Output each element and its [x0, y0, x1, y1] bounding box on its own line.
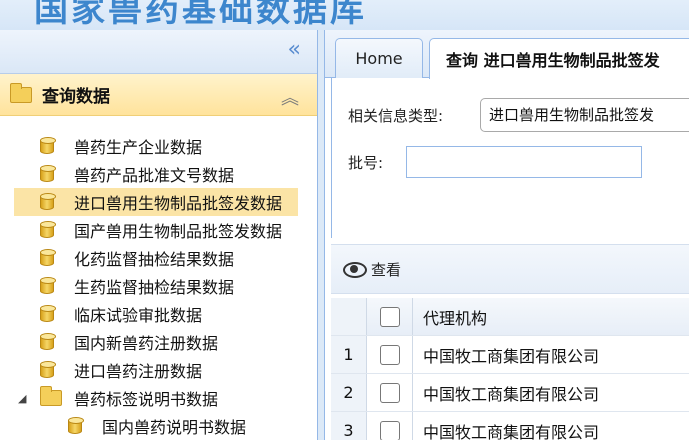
grid-header-row: 代理机构	[331, 298, 689, 336]
tree-item-label: 临床试验审批数据	[74, 306, 203, 325]
expand-arrow-icon[interactable]: ◢	[18, 392, 34, 405]
table-row[interactable]: 2 中国牧工商集团有限公司	[331, 374, 689, 412]
tree-item-product-approval-numbers[interactable]: 兽药产品批准文号数据	[0, 160, 317, 188]
data-tree: 兽药生产企业数据 兽药产品批准文号数据 进口兽用生物制品批签发数据 国产兽用生物…	[0, 116, 317, 440]
tree-item-imported-drug-registration[interactable]: 进口兽药注册数据	[0, 356, 317, 384]
tree-item-biological-drug-inspection[interactable]: 生药监督抽检结果数据	[0, 272, 317, 300]
select-all-cell	[367, 298, 413, 335]
tree-item-domestic-biologics-batch-release[interactable]: 国产兽用生物制品批签发数据	[0, 216, 317, 244]
tree-item-label: 国内兽药说明书数据	[102, 418, 247, 437]
row-number: 3	[331, 412, 367, 440]
tree-item-label: 生药监督抽检结果数据	[74, 278, 235, 297]
tab-home[interactable]: Home	[335, 38, 423, 78]
tab-query-imported-biologics[interactable]: 查询 进口兽用生物制品批签发	[429, 38, 689, 79]
select-all-checkbox[interactable]	[379, 306, 400, 327]
app-title: 国家兽药基础数据库	[34, 0, 367, 30]
sidebar-section-query-data[interactable]: 查询数据 ︽	[0, 74, 317, 116]
tree-item-label: 进口兽药注册数据	[74, 362, 203, 381]
tree-item-label: 进口兽用生物制品批签发数据	[74, 194, 283, 213]
folder-icon	[40, 386, 62, 406]
database-icon	[40, 305, 56, 322]
row-select-cell	[367, 336, 413, 373]
tree-folder-label-instructions[interactable]: ◢ 兽药标签说明书数据	[0, 384, 317, 412]
table-row[interactable]: 1 中国牧工商集团有限公司	[331, 336, 689, 374]
batch-number-input[interactable]	[406, 146, 642, 178]
row-checkbox[interactable]	[379, 382, 400, 403]
tree-item-vet-drug-manufacturers[interactable]: 兽药生产企业数据	[0, 132, 317, 160]
database-icon	[40, 361, 56, 378]
tree-item-label: 国产兽用生物制品批签发数据	[74, 222, 283, 241]
database-icon	[40, 193, 56, 210]
database-icon	[40, 165, 56, 182]
database-icon	[40, 277, 56, 294]
sidebar: « 查询数据 ︽ 兽药生产企业数据 兽药产品批准文号数据 进口兽用生物制品批签发…	[0, 30, 318, 440]
row-checkbox[interactable]	[379, 420, 400, 440]
row-number-header	[331, 298, 367, 335]
row-select-cell	[367, 412, 413, 440]
info-type-select[interactable]: 进口兽用生物制品批签发	[480, 98, 689, 132]
row-number: 1	[331, 336, 367, 373]
tree-folder-label: 兽药标签说明书数据	[74, 390, 219, 409]
tree-item-domestic-drug-instructions[interactable]: 国内兽药说明书数据	[0, 412, 317, 440]
table-row[interactable]: 3 中国牧工商集团有限公司	[331, 412, 689, 440]
batch-number-label: 批号:	[348, 154, 384, 172]
row-checkbox[interactable]	[379, 344, 400, 365]
tree-item-label: 国内新兽药注册数据	[74, 334, 219, 353]
info-type-label: 相关信息类型:	[348, 107, 444, 125]
database-icon	[40, 137, 56, 154]
agency-cell: 中国牧工商集团有限公司	[423, 384, 600, 404]
tree-item-imported-biologics-batch-release[interactable]: 进口兽用生物制品批签发数据	[14, 188, 298, 216]
agency-cell: 中国牧工商集团有限公司	[423, 346, 600, 366]
double-chevron-left-icon[interactable]: «	[288, 39, 301, 61]
view-button[interactable]: 查看	[371, 259, 401, 280]
row-number: 2	[331, 374, 367, 411]
tree-item-label: 兽药生产企业数据	[74, 138, 203, 157]
main-panel: Home 查询 进口兽用生物制品批签发 相关信息类型: 进口兽用生物制品批签发 …	[324, 30, 689, 440]
app-banner: 国家兽药基础数据库	[0, 0, 689, 30]
query-form: 相关信息类型: 进口兽用生物制品批签发 批号:	[331, 78, 689, 238]
database-icon	[40, 249, 56, 266]
agency-cell: 中国牧工商集团有限公司	[423, 422, 600, 440]
grid-toolbar: 查看	[331, 244, 689, 294]
column-header-agency[interactable]: 代理机构	[413, 298, 487, 335]
section-title: 查询数据	[42, 87, 110, 107]
tree-item-clinical-trial-approval[interactable]: 临床试验审批数据	[0, 300, 317, 328]
database-icon	[40, 333, 56, 350]
tree-item-label: 兽药产品批准文号数据	[74, 166, 235, 185]
tab-bar: Home 查询 进口兽用生物制品批签发	[325, 30, 689, 79]
tree-item-domestic-new-drug-registration[interactable]: 国内新兽药注册数据	[0, 328, 317, 356]
results-grid: 代理机构 1 中国牧工商集团有限公司 2 中国牧工商集团有限公司 3 中国牧工商…	[331, 298, 689, 440]
sidebar-header: «	[0, 30, 317, 74]
database-icon	[40, 221, 56, 238]
database-icon	[68, 417, 84, 434]
row-select-cell	[367, 374, 413, 411]
eye-icon[interactable]	[343, 262, 367, 278]
tree-item-chemical-drug-inspection[interactable]: 化药监督抽检结果数据	[0, 244, 317, 272]
tree-item-label: 化药监督抽检结果数据	[74, 250, 235, 269]
double-chevron-up-icon[interactable]: ︽	[281, 84, 299, 110]
folder-icon	[10, 82, 32, 103]
